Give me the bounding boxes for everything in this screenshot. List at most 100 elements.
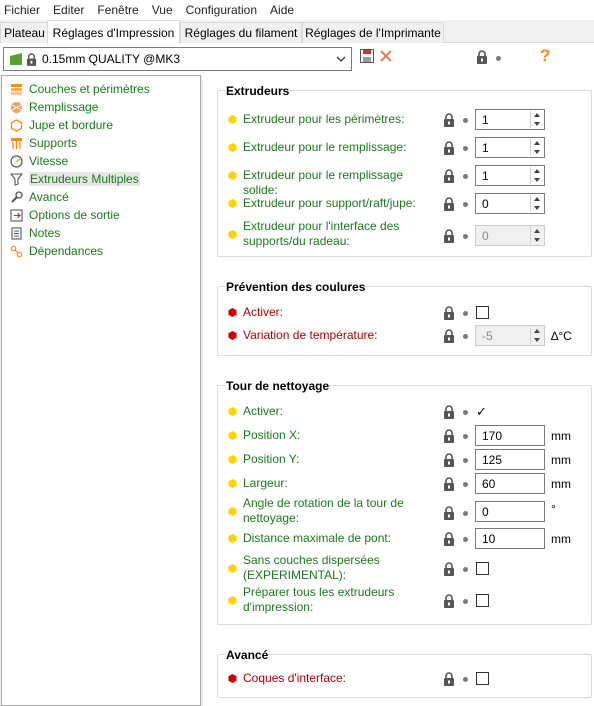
spin-arrows-icon[interactable] — [531, 167, 543, 184]
temperature-variation-spin[interactable]: -5 — [475, 325, 545, 346]
lock-icon[interactable] — [443, 306, 455, 320]
sidebar-item-supports[interactable]: Supports — [10, 134, 77, 152]
tab-filament-settings[interactable]: Réglages du filament — [180, 22, 302, 43]
infill-extruder-spin[interactable]: 1 — [475, 137, 545, 158]
ooze-enable-checkbox[interactable] — [476, 306, 489, 319]
bridging-distance-input[interactable]: 10 — [475, 528, 545, 549]
wipe-enable-checkbox[interactable]: ✓ — [476, 405, 489, 418]
lock-icon[interactable] — [443, 405, 455, 419]
red-hex-icon — [228, 331, 237, 340]
lock-icon[interactable] — [443, 229, 455, 243]
setting-label: Sans couches dispersées (EXPERIMENTAL): — [243, 553, 438, 583]
spin-arrows-icon[interactable] — [531, 139, 543, 156]
lock-icon[interactable] — [443, 532, 455, 546]
tab-printer-settings[interactable]: Réglages de l'Imprimante — [302, 22, 444, 43]
menu-vue[interactable]: Vue — [148, 3, 177, 17]
system-value-dot-icon[interactable] — [463, 511, 468, 516]
flag-icon — [10, 53, 22, 65]
spin-arrows-icon[interactable] — [531, 195, 543, 212]
sidebar-item-infill[interactable]: Remplissage — [10, 98, 98, 116]
interface-shells-checkbox[interactable] — [476, 672, 489, 685]
preset-combo[interactable]: 0.15mm QUALITY @MK3 — [3, 47, 352, 71]
sidebar-item-dependencies[interactable]: Dépendances — [10, 242, 103, 260]
save-icon[interactable] — [360, 49, 374, 63]
width-input[interactable]: 60 — [475, 473, 545, 494]
menu-fichier[interactable]: Fichier — [0, 3, 44, 17]
sidebar-item-notes[interactable]: Notes — [10, 224, 60, 242]
system-value-dot-icon[interactable] — [463, 599, 468, 604]
system-value-dot-icon[interactable] — [463, 677, 468, 682]
system-value-dot-icon[interactable] — [463, 174, 468, 179]
interface-extruder-spin[interactable]: 0 — [475, 225, 545, 246]
lock-icon[interactable] — [443, 169, 455, 183]
field-value: 125 — [482, 453, 503, 467]
chevron-down-icon[interactable] — [335, 53, 347, 65]
spin-buttons[interactable] — [530, 227, 543, 244]
sidebar-item-label: Vitesse — [29, 154, 69, 168]
lock-icon[interactable] — [443, 429, 455, 443]
mode-dot-icon[interactable] — [496, 56, 501, 61]
support-icon — [11, 137, 22, 149]
system-value-dot-icon[interactable] — [463, 434, 468, 439]
position-y-input[interactable]: 125 — [475, 449, 545, 470]
lock-icon[interactable] — [443, 141, 455, 155]
lock-icon[interactable] — [443, 197, 455, 211]
system-value-dot-icon[interactable] — [463, 410, 468, 415]
spin-value: -5 — [482, 329, 493, 343]
sidebar-item-multiple-extruders[interactable]: Extrudeurs Multiples — [10, 170, 140, 188]
lock-icon[interactable] — [443, 562, 455, 576]
sidebar-item-advanced[interactable]: Avancé — [10, 188, 69, 206]
spin-buttons[interactable] — [530, 111, 543, 128]
no-sparse-layers-checkbox[interactable] — [476, 562, 489, 575]
menu-configuration[interactable]: Configuration — [182, 3, 261, 17]
system-value-dot-icon[interactable] — [463, 234, 468, 239]
lock-icon[interactable] — [443, 453, 455, 467]
prime-all-extruders-checkbox[interactable] — [476, 594, 489, 607]
spin-buttons[interactable] — [530, 139, 543, 156]
perimeter-extruder-spin[interactable]: 1 — [475, 109, 545, 130]
help-icon[interactable]: ? — [540, 46, 550, 66]
lock-icon[interactable] — [476, 50, 488, 64]
sidebar-item-layers[interactable]: Couches et périmètres — [10, 80, 150, 98]
sidebar-item-speed[interactable]: Vitesse — [10, 152, 68, 170]
system-value-dot-icon[interactable] — [463, 146, 468, 151]
checkmark-icon: ✓ — [476, 404, 487, 419]
sidebar-item-skirt[interactable]: Jupe et bordure — [10, 116, 113, 134]
unit-label: ° — [551, 502, 556, 516]
lock-icon[interactable] — [443, 506, 455, 520]
tab-plateau[interactable]: Plateau — [0, 22, 49, 43]
lock-icon[interactable] — [443, 113, 455, 127]
spin-arrows-icon[interactable] — [531, 327, 543, 344]
spin-arrows-icon[interactable] — [531, 111, 543, 128]
system-value-dot-icon[interactable] — [463, 202, 468, 207]
spin-arrows-icon[interactable] — [531, 227, 543, 244]
setting-row: Activer: ✓ — [225, 402, 594, 422]
system-value-dot-icon[interactable] — [463, 458, 468, 463]
menu-aide[interactable]: Aide — [266, 3, 298, 17]
system-value-dot-icon[interactable] — [463, 537, 468, 542]
lock-icon[interactable] — [443, 329, 455, 343]
setting-label: Position X: — [243, 428, 301, 442]
lock-icon[interactable] — [443, 672, 455, 686]
group-title: Avancé — [226, 648, 269, 662]
sidebar-item-output-options[interactable]: Options de sortie — [10, 206, 120, 224]
spin-buttons[interactable] — [530, 327, 543, 344]
rotation-angle-input[interactable]: 0 — [475, 501, 545, 522]
spin-buttons[interactable] — [530, 167, 543, 184]
system-value-dot-icon[interactable] — [463, 334, 468, 339]
solid-infill-extruder-spin[interactable]: 1 — [475, 165, 545, 186]
system-value-dot-icon[interactable] — [463, 311, 468, 316]
position-x-input[interactable]: 170 — [475, 425, 545, 446]
menu-fenetre[interactable]: Fenêtre — [93, 3, 142, 17]
lock-icon[interactable] — [443, 594, 455, 608]
menu-editer[interactable]: Editer — [49, 3, 88, 17]
system-value-dot-icon[interactable] — [463, 482, 468, 487]
lock-icon[interactable] — [443, 477, 455, 491]
support-extruder-spin[interactable]: 0 — [475, 193, 545, 214]
spin-buttons[interactable] — [530, 195, 543, 212]
system-value-dot-icon[interactable] — [463, 567, 468, 572]
delete-icon[interactable] — [378, 48, 394, 64]
setting-label: Variation de température: — [243, 328, 378, 342]
tab-print-settings[interactable]: Réglages d'Impression — [47, 20, 180, 44]
system-value-dot-icon[interactable] — [463, 118, 468, 123]
